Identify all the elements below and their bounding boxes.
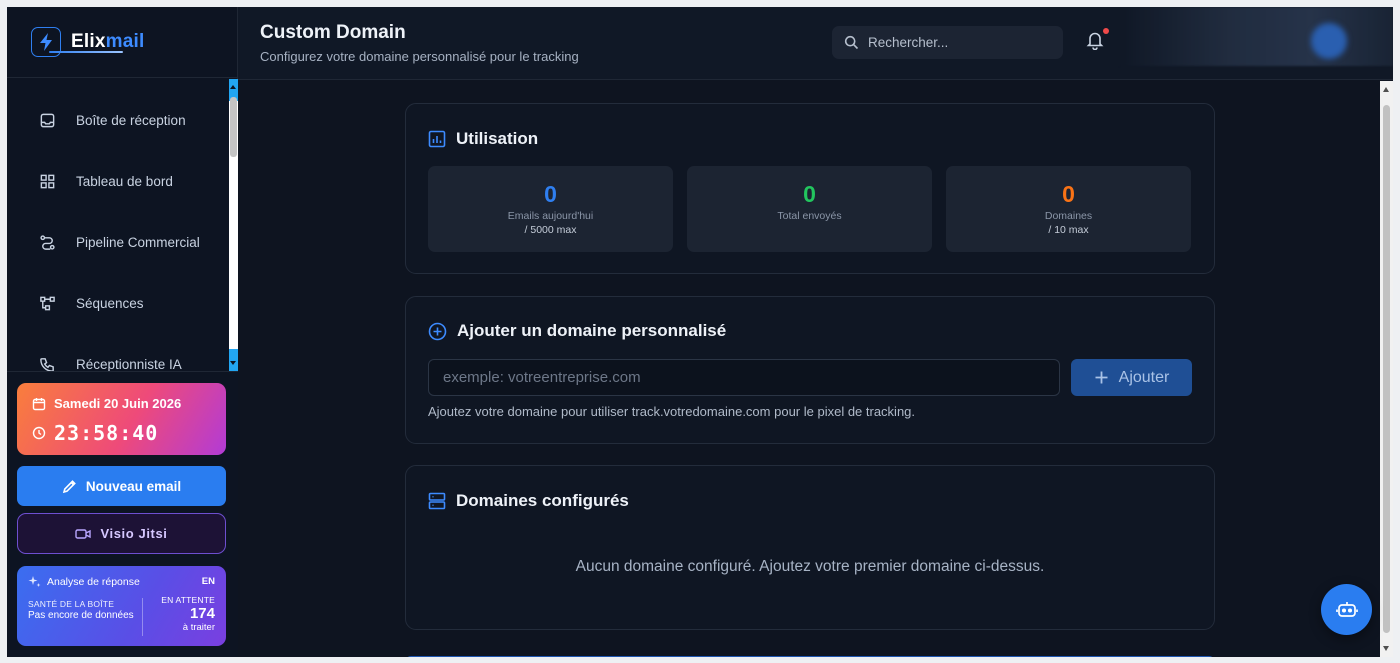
mailbox-health-value: Pas encore de données xyxy=(28,610,134,621)
calendar-icon xyxy=(32,397,46,410)
sequences-icon xyxy=(40,296,55,310)
usage-card: Utilisation 0 Emails aujourd'hui / 5000 … xyxy=(405,103,1215,274)
language-badge[interactable]: EN xyxy=(202,576,215,587)
plus-circle-icon xyxy=(428,322,447,340)
search-box[interactable] xyxy=(832,26,1063,59)
divider xyxy=(7,77,238,78)
page-title: Custom Domain xyxy=(260,22,406,43)
mailbox-health: SANTÉ DE LA BOÎTE Pas encore de données xyxy=(28,598,138,622)
page-subtitle: Configurez votre domaine personnalisé po… xyxy=(260,49,579,64)
analysis-title-text: Analyse de réponse xyxy=(47,575,140,588)
sidebar-scrollbar[interactable] xyxy=(229,79,238,371)
new-email-label: Nouveau email xyxy=(85,478,182,494)
top-header: Custom Domain Configurez votre domaine p… xyxy=(238,7,1393,80)
bell-icon xyxy=(1086,32,1104,51)
sidebar-item-ai-receptionist[interactable]: Réceptionniste IA xyxy=(39,352,182,371)
stat-emails-today: 0 Emails aujourd'hui / 5000 max xyxy=(428,166,673,252)
configured-title-text: Domaines configurés xyxy=(456,491,629,510)
sidebar-widgets: Samedi 20 Juin 2026 23:58:40 Nouveau ema… xyxy=(7,371,238,657)
empty-state-text: Aucun domaine configuré. Ajoutez votre p… xyxy=(575,558,1045,575)
clock-icon xyxy=(32,426,46,440)
scroll-thumb[interactable] xyxy=(1383,105,1390,633)
stat-value: 0 xyxy=(544,181,557,207)
stat-max: / 5000 max xyxy=(524,224,577,236)
stat-value: 0 xyxy=(1062,181,1075,207)
next-card xyxy=(405,656,1215,657)
current-time: 23:58:40 xyxy=(54,421,159,445)
search-input[interactable] xyxy=(868,35,1048,50)
sidebar-nav: Boîte de réception Tableau de bord Pipel… xyxy=(7,79,229,371)
scroll-thumb[interactable] xyxy=(230,97,237,157)
pencil-icon xyxy=(62,479,76,493)
main-content: Utilisation 0 Emails aujourd'hui / 5000 … xyxy=(238,81,1380,657)
plus-icon xyxy=(1095,371,1108,384)
usage-title-text: Utilisation xyxy=(456,129,539,148)
sparkles-icon xyxy=(28,576,41,587)
divider xyxy=(142,598,143,636)
sidebar-item-label: Tableau de bord xyxy=(76,173,173,189)
scroll-down-arrow[interactable] xyxy=(1383,646,1389,651)
video-icon xyxy=(75,528,92,539)
dashboard-icon xyxy=(40,174,55,188)
domain-input[interactable] xyxy=(428,359,1060,396)
stat-value: 0 xyxy=(803,181,816,207)
add-domain-card: Ajouter un domaine personnalisé Ajouter … xyxy=(405,296,1215,444)
avatar[interactable] xyxy=(1311,23,1347,59)
search-icon xyxy=(844,35,859,50)
sidebar-item-dashboard[interactable]: Tableau de bord xyxy=(39,169,173,193)
inbox-icon xyxy=(40,113,55,127)
sidebar-item-pipeline[interactable]: Pipeline Commercial xyxy=(39,230,200,254)
add-domain-button[interactable]: Ajouter xyxy=(1071,359,1192,396)
response-analysis-card[interactable]: Analyse de réponse EN SANTÉ DE LA BOÎTE … xyxy=(17,566,226,646)
user-menu-blurred[interactable] xyxy=(1120,7,1393,66)
add-domain-label: Ajouter xyxy=(1118,368,1170,386)
jitsi-button[interactable]: Visio Jitsi xyxy=(17,513,226,554)
stat-label: Emails aujourd'hui xyxy=(507,210,594,222)
stat-total-sent: 0 Total envoyés xyxy=(687,166,932,252)
sidebar-item-label: Boîte de réception xyxy=(76,112,186,128)
pending-sub: à traiter xyxy=(182,622,215,633)
analysis-title: Analyse de réponse xyxy=(28,575,140,588)
brand-name: Elixmail xyxy=(71,31,145,52)
add-domain-title-text: Ajouter un domaine personnalisé xyxy=(457,321,727,340)
domain-hint: Ajoutez votre domaine pour utiliser trac… xyxy=(428,404,916,419)
robot-icon xyxy=(1335,601,1358,617)
stat-max: / 10 max xyxy=(1048,224,1089,236)
scroll-up-arrow[interactable] xyxy=(1383,87,1389,92)
app-window: Elixmail Boîte de réception Tableau de b… xyxy=(7,7,1393,657)
new-email-button[interactable]: Nouveau email xyxy=(17,466,226,506)
sidebar-item-label: Pipeline Commercial xyxy=(76,234,200,250)
usage-title: Utilisation xyxy=(428,129,538,149)
chart-icon xyxy=(428,130,446,148)
pending-number: 174 xyxy=(189,605,215,622)
stat-label: Domaines xyxy=(1044,210,1093,222)
stat-label: Total envoyés xyxy=(777,210,842,222)
phone-icon xyxy=(40,357,54,371)
configured-domains-card: Domaines configurés Aucun domaine config… xyxy=(405,465,1215,630)
pending-label: EN ATTENTE xyxy=(161,595,215,605)
current-date: Samedi 20 Juin 2026 xyxy=(54,396,182,411)
sidebar-item-label: Réceptionniste IA xyxy=(76,356,182,372)
sidebar-item-sequences[interactable]: Séquences xyxy=(39,291,144,315)
notification-dot xyxy=(1103,28,1109,34)
sidebar: Elixmail Boîte de réception Tableau de b… xyxy=(7,7,238,657)
time-row: 23:58:40 xyxy=(32,421,158,445)
mailbox-health-label: SANTÉ DE LA BOÎTE xyxy=(28,599,115,609)
pending-count: EN ATTENTE 174 à traiter xyxy=(161,595,215,633)
date-time-card: Samedi 20 Juin 2026 23:58:40 xyxy=(17,383,226,455)
add-domain-title: Ajouter un domaine personnalisé xyxy=(428,321,726,341)
server-icon xyxy=(428,492,446,510)
main-scrollbar[interactable] xyxy=(1380,81,1393,657)
stat-domains: 0 Domaines / 10 max xyxy=(946,166,1191,252)
sidebar-item-label: Séquences xyxy=(76,295,144,311)
scroll-down-arrow[interactable] xyxy=(229,349,238,371)
sidebar-item-inbox[interactable]: Boîte de réception xyxy=(39,108,186,132)
logo-underline xyxy=(49,51,123,53)
jitsi-label: Visio Jitsi xyxy=(100,526,168,541)
assistant-bot-button[interactable] xyxy=(1321,584,1372,635)
configured-title: Domaines configurés xyxy=(428,491,629,511)
date-row: Samedi 20 Juin 2026 xyxy=(32,396,181,411)
notifications-button[interactable] xyxy=(1086,28,1109,52)
pipeline-icon xyxy=(40,234,55,250)
